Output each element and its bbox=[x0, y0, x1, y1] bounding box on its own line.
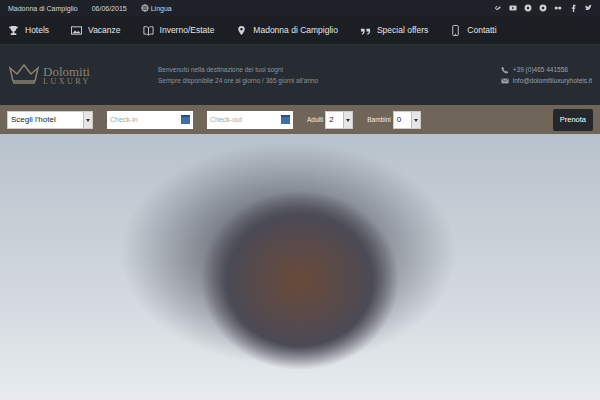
vimeo-icon[interactable] bbox=[539, 4, 547, 12]
book-icon bbox=[143, 25, 154, 36]
facebook-icon[interactable] bbox=[569, 4, 577, 12]
checkout-field[interactable]: Check-out bbox=[207, 111, 293, 129]
nav-item[interactable]: Contatti bbox=[450, 25, 496, 36]
phone-icon bbox=[450, 25, 461, 36]
language-switch[interactable]: Lingua bbox=[141, 4, 172, 12]
children-select[interactable]: 0 bbox=[393, 111, 421, 129]
phone[interactable]: +39 (0)465 441558 bbox=[501, 66, 592, 74]
booking-bar: Scegli l'hotel Check-in Check-out Adulti… bbox=[0, 105, 600, 134]
page: Madonna di Campiglio 06/06/2015 Lingua H… bbox=[0, 0, 600, 400]
dropdown-arrow-icon bbox=[411, 112, 420, 128]
logo-name: Dolomiti bbox=[43, 65, 91, 78]
location: Madonna di Campiglio bbox=[8, 5, 78, 12]
calendar-icon bbox=[281, 115, 290, 124]
children-label: Bambini bbox=[367, 116, 390, 123]
social-links bbox=[494, 4, 592, 12]
adults-label: Adulti bbox=[307, 116, 323, 123]
date: 06/06/2015 bbox=[92, 5, 127, 12]
envelope-icon bbox=[501, 77, 509, 85]
top-bar: Madonna di Campiglio 06/06/2015 Lingua bbox=[0, 0, 600, 16]
image-icon bbox=[71, 25, 82, 36]
youtube-icon[interactable] bbox=[509, 4, 517, 12]
nav-item[interactable]: Hotels bbox=[8, 25, 49, 36]
flickr-icon[interactable] bbox=[554, 4, 562, 12]
checkin-field[interactable]: Check-in bbox=[107, 111, 193, 129]
adults-select[interactable]: 2 bbox=[325, 111, 353, 129]
crown-icon bbox=[8, 64, 40, 86]
nav-item[interactable]: Madonna di Campiglio bbox=[236, 25, 338, 36]
welcome-text: Benvenuto nella destinazione dei tuoi so… bbox=[158, 64, 318, 86]
globe-icon bbox=[141, 4, 149, 12]
calendar-icon bbox=[181, 115, 190, 124]
logo-sub: LUXURY bbox=[43, 78, 91, 86]
hotel-select[interactable]: Scegli l'hotel bbox=[7, 111, 93, 129]
email[interactable]: info@dolomitiluxuryhotels.it bbox=[501, 77, 592, 85]
twitter-icon[interactable] bbox=[584, 4, 592, 12]
contact-info: +39 (0)465 441558 info@dolomitiluxuryhot… bbox=[501, 66, 592, 85]
pinterest-icon[interactable] bbox=[524, 4, 532, 12]
logo[interactable]: Dolomiti LUXURY bbox=[8, 64, 158, 86]
phone-icon bbox=[501, 66, 509, 74]
dropdown-arrow-icon bbox=[83, 112, 92, 128]
header: Dolomiti LUXURY Benvenuto nella destinaz… bbox=[0, 45, 600, 105]
main-nav: Hotels Vacanze Inverno/Estate Madonna di… bbox=[0, 16, 600, 45]
nav-item[interactable]: Inverno/Estate bbox=[143, 25, 215, 36]
quote-icon bbox=[360, 25, 371, 36]
nav-item[interactable]: Special offers bbox=[360, 25, 428, 36]
pin-icon bbox=[236, 25, 247, 36]
hero-photo bbox=[0, 134, 600, 400]
nav-item[interactable]: Vacanze bbox=[71, 25, 120, 36]
book-button[interactable]: Prenota bbox=[553, 109, 593, 131]
trophy-icon bbox=[8, 25, 19, 36]
gplus-icon[interactable] bbox=[494, 4, 502, 12]
dropdown-arrow-icon bbox=[343, 112, 352, 128]
